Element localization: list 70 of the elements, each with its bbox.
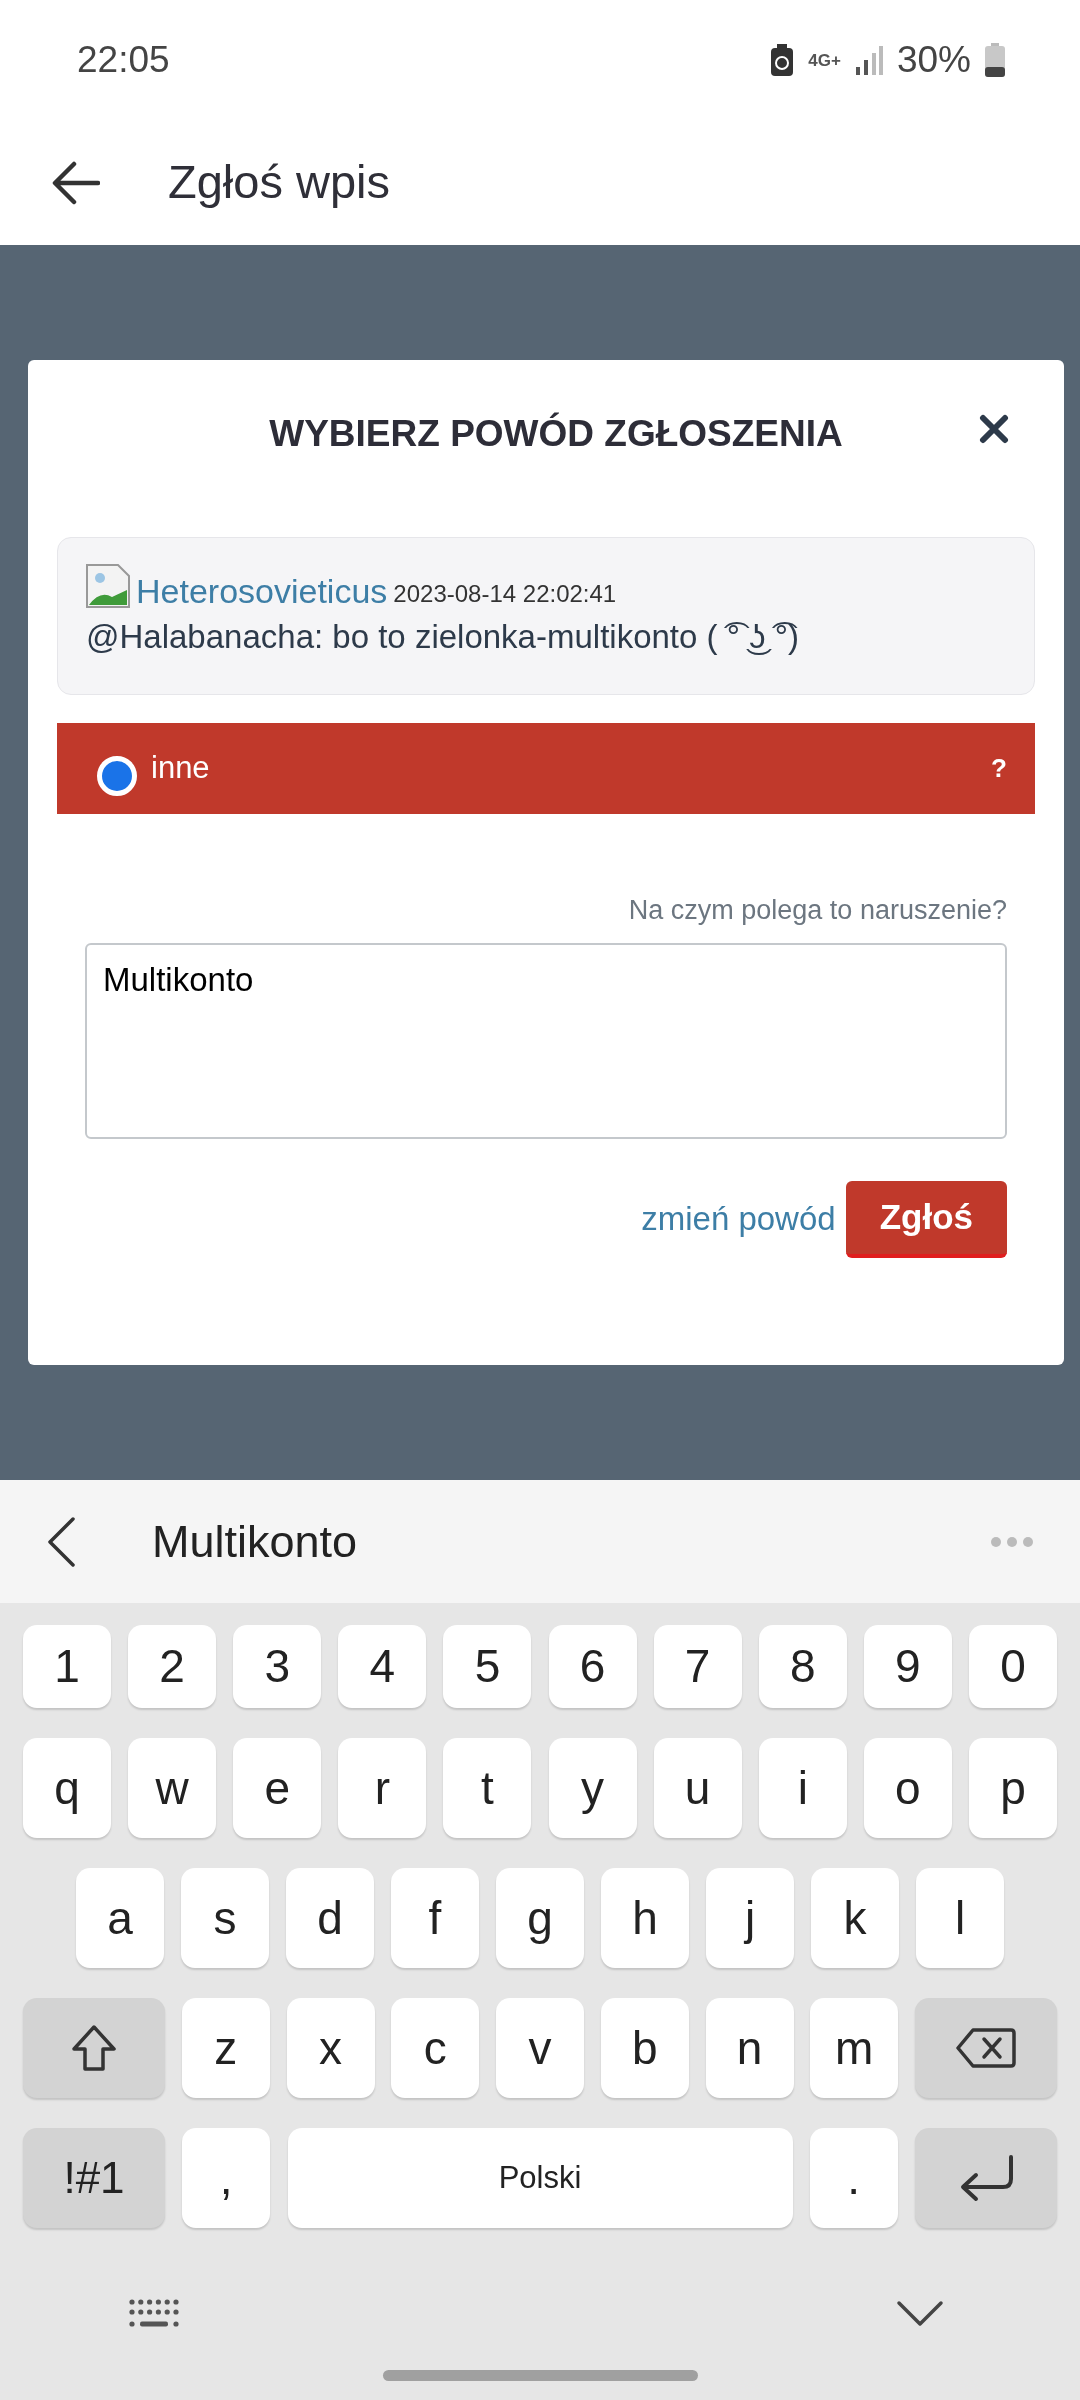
help-mark[interactable]: ? [991,749,1007,788]
radio-button[interactable] [97,755,137,796]
keyboard-key[interactable]: 7 [653,1625,742,1708]
shift-key[interactable] [23,1998,165,2098]
reason-text-field[interactable]: Multikonto [85,942,1007,1139]
keyboard-key[interactable]: h [601,1868,689,1968]
keyboard-key[interactable]: f [391,1868,479,1968]
keyboard-key[interactable]: 9 [863,1625,952,1708]
keyboard-key[interactable]: , [182,2128,271,2228]
keyboard-key[interactable]: e [233,1738,322,1838]
battery-percent: 30% [896,38,971,83]
close-icon[interactable] [979,414,1009,444]
keyboard-icon[interactable] [128,2298,180,2330]
keyboard-key[interactable]: t [443,1738,532,1838]
change-reason-link[interactable]: zmień powód [641,1194,836,1244]
keyboard-key[interactable]: a [76,1868,164,1968]
battery-icon [985,43,1005,77]
keyboard-key[interactable]: q [23,1738,111,1838]
reason-option[interactable]: inne ? [57,723,1035,814]
keyboard-key[interactable]: c [391,1998,480,2098]
keyboard-key[interactable]: o [863,1738,952,1838]
keyboard-key[interactable]: 3 [233,1625,322,1708]
keyboard-key[interactable]: 0 [969,1625,1057,1708]
author-link[interactable]: Heterosovieticus [136,574,388,608]
keyboard-key[interactable]: k [811,1868,899,1968]
signal-icon [854,45,883,75]
keyboard-key[interactable]: u [653,1738,742,1838]
submit-button[interactable]: Zgłoś [845,1180,1007,1258]
back-arrow-icon[interactable] [52,160,100,205]
keyboard-key[interactable]: s [181,1868,269,1968]
keyboard-key[interactable]: m [810,1998,899,2098]
chevron-left-icon[interactable] [46,1515,76,1568]
keyboard-key[interactable]: j [706,1868,794,1968]
keyboard-key[interactable]: 5 [443,1625,532,1708]
keyboard-key[interactable]: z [181,1998,270,2098]
space-key[interactable]: Polski [287,2128,793,2228]
keyboard-key[interactable]: i [758,1738,847,1838]
keyboard-key[interactable]: b [600,1998,689,2098]
keyboard-key[interactable]: g [496,1868,584,1968]
keyboard-key[interactable]: w [128,1738,217,1838]
keyboard-key[interactable]: . [809,2128,898,2228]
keyboard-key[interactable]: y [548,1738,637,1838]
keyboard-key[interactable]: x [286,1998,375,2098]
keyboard-key[interactable]: n [705,1998,794,2098]
keyboard-key[interactable]: p [969,1738,1057,1838]
keyboard-key[interactable]: 6 [548,1625,637,1708]
post-timestamp: 2023-08-14 22:02:41 [393,582,617,606]
status-time: 22:05 [77,38,170,83]
dialog-title: WYBIERZ POWÓD ZGŁOSZENIA [269,411,843,457]
chevron-down-icon[interactable] [896,2300,944,2328]
broken-image-icon [86,564,130,608]
keyboard-key[interactable]: 2 [128,1625,217,1708]
keyboard-key[interactable]: 1 [23,1625,111,1708]
page-title: Zgłoś wpis [168,154,390,211]
shift-icon [70,2023,118,2073]
field-label: Na czym polega to naruszenie? [628,894,1007,927]
reason-label: inne [151,749,211,788]
keyboard-key[interactable]: r [338,1738,427,1838]
keyboard-key[interactable]: d [286,1868,374,1968]
keyboard-key[interactable]: l [916,1868,1004,1968]
backspace-icon [955,2027,1017,2069]
post-text: @Halabanacha: bo to zielonka-multikonto ( ͡° ͜ʖ ͡°) [86,617,800,657]
keyboard-key[interactable]: 8 [758,1625,847,1708]
battery-saver-icon [770,44,795,76]
network-label: 4G+ [808,51,841,69]
symbols-key[interactable]: !#1 [23,2128,165,2228]
keyboard-key[interactable]: 4 [338,1625,427,1708]
keyboard-key[interactable]: v [496,1998,584,2098]
enter-key[interactable] [915,2128,1057,2228]
backspace-key[interactable] [915,1998,1057,2098]
